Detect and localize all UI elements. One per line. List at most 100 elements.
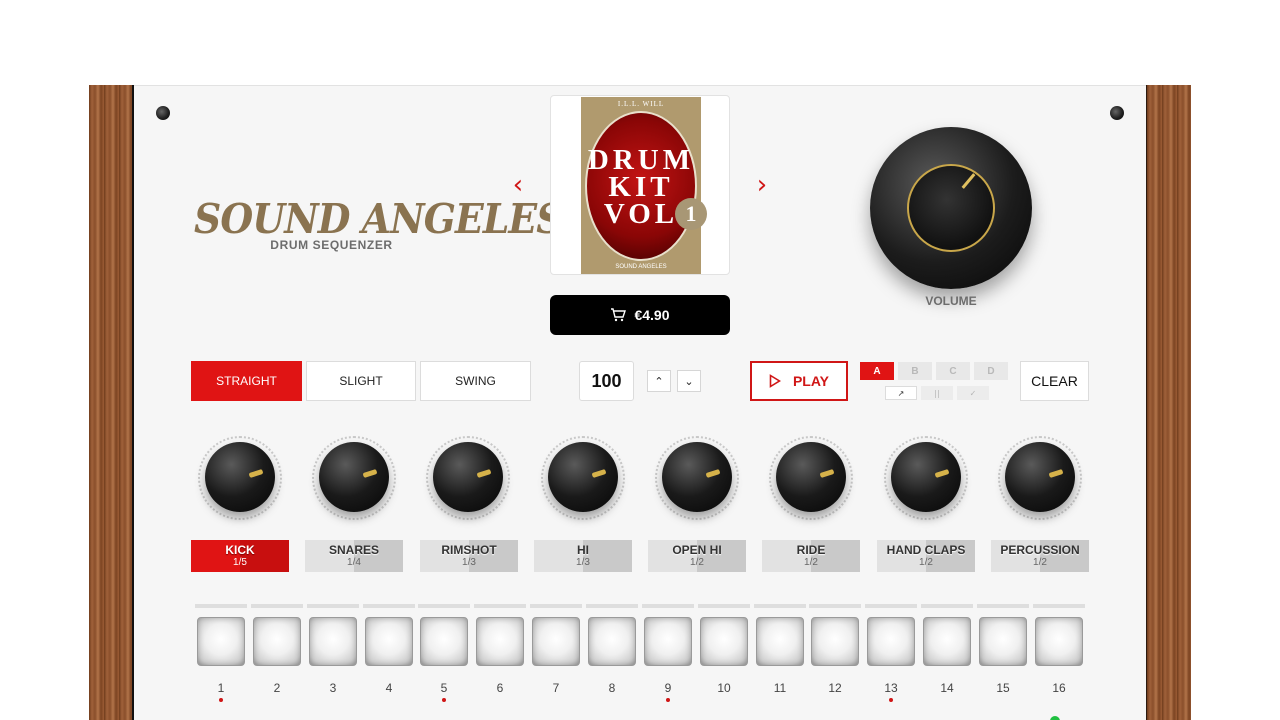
- buy-kit-button[interactable]: €4.90: [550, 295, 730, 335]
- pattern-a-button[interactable]: A: [860, 362, 894, 380]
- step-button-2[interactable]: [253, 617, 301, 666]
- chevron-up-icon: ⌃: [654, 374, 664, 388]
- swing-slight-button[interactable]: SLIGHT: [306, 361, 416, 401]
- channel-sample-index: 1/2: [919, 557, 933, 568]
- channel-pad-snares[interactable]: SNARES 1/4: [305, 540, 403, 572]
- album-artist: I.L.L. WILL: [617, 100, 665, 108]
- play-button[interactable]: PLAY: [750, 361, 848, 401]
- step-button-14[interactable]: [923, 617, 971, 666]
- step-indicator-bar: [809, 604, 861, 608]
- previous-kit-button[interactable]: ‹: [508, 170, 528, 200]
- ride-level-knob[interactable]: [769, 436, 853, 520]
- step-button-10[interactable]: [700, 617, 748, 666]
- pattern-copy-button[interactable]: ↗: [885, 386, 917, 400]
- pattern-b-button[interactable]: B: [898, 362, 932, 380]
- step-button-8[interactable]: [588, 617, 636, 666]
- step-button-1[interactable]: [197, 617, 245, 666]
- pattern-confirm-button[interactable]: ✓: [957, 386, 989, 400]
- channel-sample-index: 1/3: [576, 557, 590, 568]
- knob-body: [1005, 442, 1075, 512]
- step-indicator-bar: [698, 604, 750, 608]
- step-indicator-bar: [586, 604, 638, 608]
- step-number: 13: [884, 681, 898, 695]
- check-icon: ✓: [969, 388, 977, 398]
- step-indicator-bar: [474, 604, 526, 608]
- step-number: 8: [608, 681, 616, 695]
- knob-pointer: [591, 468, 607, 479]
- album-cover: I.L.L. WILL DRUM KIT VOL SOUND ANGELES: [581, 97, 701, 274]
- step-button-16[interactable]: [1035, 617, 1083, 666]
- channel-pad-hi[interactable]: HI 1/3: [534, 540, 632, 572]
- step-number: 14: [940, 681, 954, 695]
- step-button-3[interactable]: [309, 617, 357, 666]
- channel-pad-ride[interactable]: RIDE 1/2: [762, 540, 860, 572]
- pattern-d-button[interactable]: D: [974, 362, 1008, 380]
- step-indicator-bar: [530, 604, 582, 608]
- kick-level-knob[interactable]: [198, 436, 282, 520]
- percussion-level-knob[interactable]: [998, 436, 1082, 520]
- chevron-left-icon: ‹: [512, 170, 524, 200]
- step-number: 1: [217, 681, 225, 695]
- step-button-5[interactable]: [420, 617, 468, 666]
- hand-claps-level-knob[interactable]: [884, 436, 968, 520]
- pattern-c-button[interactable]: C: [936, 362, 970, 380]
- channel-name: KICK: [225, 543, 255, 557]
- volume-knob[interactable]: [870, 127, 1032, 289]
- volume-label: VOLUME: [925, 294, 977, 308]
- step-indicator-bar: [418, 604, 470, 608]
- drum-sequencer-page: SOUND ANGELES DRUM SEQUENZER ‹ I.L.L. WI…: [0, 0, 1280, 720]
- channel-pad-open-hi[interactable]: OPEN HI 1/2: [648, 540, 746, 572]
- rimshot-level-knob[interactable]: [426, 436, 510, 520]
- tempo-down-button[interactable]: ⌄: [677, 370, 701, 392]
- step-indicator-bar: [363, 604, 415, 608]
- channel-pad-percussion[interactable]: PERCUSSION 1/2: [991, 540, 1089, 572]
- step-button-9[interactable]: [644, 617, 692, 666]
- beat-marker-dot: [219, 698, 223, 702]
- step-button-11[interactable]: [756, 617, 804, 666]
- pause-icon: ||: [934, 388, 940, 398]
- open-hi-level-knob[interactable]: [655, 436, 739, 520]
- album-label: SOUND ANGELES: [615, 264, 667, 270]
- step-indicator-bar: [977, 604, 1029, 608]
- knob-pointer: [934, 468, 950, 479]
- channel-sample-index: 1/2: [1033, 557, 1047, 568]
- knob-body: [662, 442, 732, 512]
- play-label: PLAY: [792, 373, 830, 389]
- pattern-paste-button[interactable]: ||: [921, 386, 953, 400]
- channel-sample-index: 1/4: [347, 557, 361, 568]
- step-number: 4: [385, 681, 393, 695]
- snares-level-knob[interactable]: [312, 436, 396, 520]
- chevron-right-icon: ›: [756, 170, 768, 200]
- channel-name: OPEN HI: [672, 543, 722, 557]
- channel-pad-kick[interactable]: KICK 1/5: [191, 540, 289, 572]
- channel-pad-hand-claps[interactable]: HAND CLAPS 1/2: [877, 540, 975, 572]
- clear-button[interactable]: CLEAR: [1020, 361, 1089, 401]
- hi-level-knob[interactable]: [541, 436, 625, 520]
- channel-sample-index: 1/5: [233, 557, 247, 568]
- step-indicator-bar: [307, 604, 359, 608]
- step-button-4[interactable]: [365, 617, 413, 666]
- channel-pad-rimshot[interactable]: RIMSHOT 1/3: [420, 540, 518, 572]
- knob-body: [548, 442, 618, 512]
- swing-straight-button[interactable]: STRAIGHT: [191, 361, 302, 401]
- swing-swing-button[interactable]: SWING: [420, 361, 531, 401]
- step-button-6[interactable]: [476, 617, 524, 666]
- bpm-display[interactable]: 100: [579, 361, 634, 401]
- step-indicator-bar: [642, 604, 694, 608]
- knob-body: [319, 442, 389, 512]
- step-indicator-bar: [754, 604, 806, 608]
- step-number: 2: [273, 681, 281, 695]
- step-button-13[interactable]: [867, 617, 915, 666]
- step-button-12[interactable]: [811, 617, 859, 666]
- album-cover-frame: I.L.L. WILL DRUM KIT VOL SOUND ANGELES 1: [550, 95, 730, 275]
- screw-icon: [156, 106, 170, 120]
- step-indicator-bar: [1033, 604, 1085, 608]
- channel-sample-index: 1/2: [690, 557, 704, 568]
- step-button-15[interactable]: [979, 617, 1027, 666]
- step-indicator-bar: [921, 604, 973, 608]
- step-number: 12: [828, 681, 842, 695]
- chevron-down-icon: ⌄: [684, 374, 694, 388]
- next-kit-button[interactable]: ›: [752, 170, 772, 200]
- tempo-up-button[interactable]: ⌃: [647, 370, 671, 392]
- step-button-7[interactable]: [532, 617, 580, 666]
